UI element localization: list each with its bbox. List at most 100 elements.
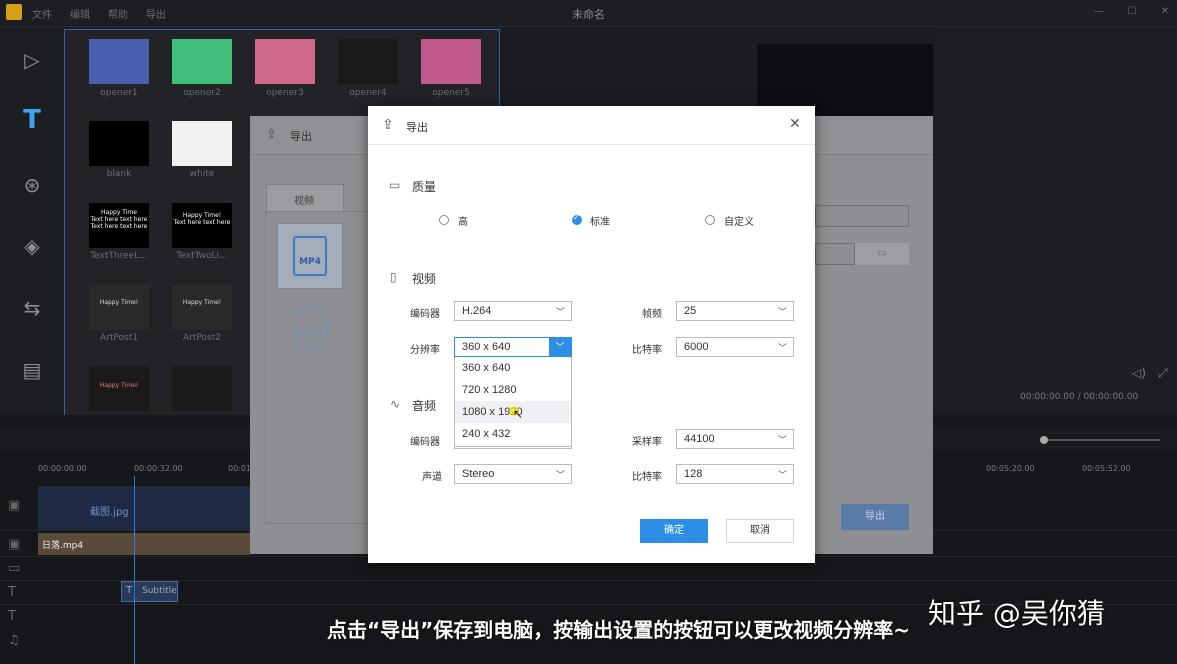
thumb-label: opener5 xyxy=(432,88,470,98)
bg-export-icon: ⇪ xyxy=(266,127,277,142)
bg-path-field[interactable] xyxy=(815,243,855,265)
close-window-icon[interactable]: ✕ xyxy=(1161,6,1169,17)
chevron-down-icon: ﹀ xyxy=(777,343,787,353)
resolution-option[interactable]: 240 x 432 xyxy=(455,423,571,445)
clip-video-label: 日落.mp4 xyxy=(42,541,84,551)
thumb-blank[interactable] xyxy=(89,121,149,166)
video-encoder-select[interactable]: H.264 ﹀ xyxy=(454,301,572,321)
window-title: 未命名 xyxy=(572,8,605,21)
overlay-icon[interactable]: ◈ xyxy=(14,231,50,261)
channel-label: 声道 xyxy=(422,472,442,483)
thumb-artpost1[interactable]: Happy Time! xyxy=(89,285,149,330)
track-text-icon: T xyxy=(8,585,16,600)
thumb-opener1[interactable] xyxy=(89,39,149,84)
samplerate-select[interactable]: 44100 ﹀ xyxy=(676,429,794,449)
channel-select[interactable]: Stereo ﹀ xyxy=(454,464,572,484)
resolution-option[interactable]: 360 x 640 xyxy=(455,357,571,379)
quality-high-label: 高 xyxy=(458,217,468,228)
monitor-icon: ▭ xyxy=(389,178,401,192)
thumb-textthree[interactable]: Happy Time Text here text here Text here… xyxy=(89,203,149,248)
thumb-text: Happy Time! xyxy=(182,299,222,306)
ok-button[interactable]: 确定 xyxy=(640,519,708,543)
zoom-slider[interactable] xyxy=(1040,439,1160,441)
bg-dialog-title: 导出 xyxy=(290,130,312,143)
film-icon[interactable]: ▤ xyxy=(14,355,50,385)
ruler-tick: 00:00:00.00 xyxy=(38,464,87,473)
window-controls: — ☐ ✕ xyxy=(1094,6,1169,17)
chevron-down-icon: ﹀ xyxy=(777,435,787,445)
thumb-text: Happy Time! Text here text here xyxy=(173,212,231,226)
filter-icon[interactable]: ⊛ xyxy=(14,170,50,200)
preview-timecode: 00:00:00.00 / 00:00:00.00 xyxy=(1020,392,1139,402)
thumb-artpost2[interactable]: Happy Time! xyxy=(172,285,232,330)
thumb-white[interactable] xyxy=(172,121,232,166)
maximize-icon[interactable]: ☐ xyxy=(1128,6,1137,17)
quality-high-radio[interactable] xyxy=(439,215,449,225)
resolution-value: 360 x 640 xyxy=(462,341,511,353)
bg-tab-label: 视频 xyxy=(294,196,314,207)
thumb-opener3[interactable] xyxy=(255,39,315,84)
ruler-tick: 00:00:32.00 xyxy=(134,464,183,473)
left-toolbar: ▷ T ⊛ ◈ ⇆ ▤ xyxy=(0,27,64,415)
mkv-file-icon[interactable]: MKV xyxy=(294,309,328,349)
mp4-file-icon: MP4 xyxy=(293,236,327,276)
thumb-text: Happy Time! xyxy=(99,382,139,389)
preview-panel xyxy=(933,27,1177,415)
audio-bitrate-value: 128 xyxy=(684,468,703,480)
fullscreen-icon[interactable]: ⤢ xyxy=(1158,366,1168,381)
minimize-icon[interactable]: — xyxy=(1094,6,1104,17)
zoom-slider-handle[interactable] xyxy=(1040,436,1048,444)
bg-filename-field[interactable] xyxy=(815,205,909,227)
thumb-texttwo[interactable]: Happy Time! Text here text here xyxy=(172,203,232,248)
export-dialog: ⇪ 导出 ✕ ▭ 质量 高 标准 自定义 ▯ 视频 编码器 H.264﹀ 帧频 … xyxy=(368,106,815,563)
resolution-option[interactable]: 720 x 1280 xyxy=(455,379,571,401)
resolution-select[interactable]: 360 x 640 ﹀ xyxy=(454,337,572,357)
folder-icon[interactable]: ▭ xyxy=(855,243,909,265)
thumb-label: opener2 xyxy=(183,88,221,98)
mouse-cursor-icon: ↖ xyxy=(513,407,524,421)
resolution-dropdown: 360 x 640 720 x 1280 1080 x 1920 240 x 4… xyxy=(454,357,572,447)
close-icon[interactable]: ✕ xyxy=(789,116,801,132)
audio-bitrate-select[interactable]: 128 ﹀ xyxy=(676,464,794,484)
thumb-opener2[interactable] xyxy=(172,39,232,84)
quality-standard-radio[interactable] xyxy=(572,213,582,225)
samplerate-value: 44100 xyxy=(684,433,715,445)
audio-bitrate-label: 比特率 xyxy=(632,472,662,483)
text-track-icon: T xyxy=(126,585,133,596)
ruler-tick: 00:01 xyxy=(228,464,252,473)
fps-value: 25 xyxy=(684,305,697,317)
thumb-text: Happy Time! xyxy=(99,299,139,306)
video-encoder-value: H.264 xyxy=(462,305,492,317)
channel-value: Stereo xyxy=(462,468,495,480)
thumb-label: opener4 xyxy=(349,88,387,98)
chevron-down-icon[interactable]: ﹀ xyxy=(549,338,571,356)
clip-subtitle-label: Subtitle xyxy=(142,586,177,596)
thumb-artpost4[interactable] xyxy=(172,366,232,411)
video-caption: 点击“导出”保存到电脑，按输出设置的按钮可以更改视频分辨率~ xyxy=(326,618,911,642)
ruler-tick: 00:05:52.00 xyxy=(1082,464,1131,473)
quality-custom-radio[interactable] xyxy=(705,215,715,225)
thumb-label: white xyxy=(189,169,215,179)
quality-standard-label: 标准 xyxy=(590,217,610,228)
clip-image[interactable] xyxy=(38,486,250,530)
samplerate-label: 采样率 xyxy=(632,437,662,448)
fps-label: 帧频 xyxy=(642,309,662,320)
track-image-icon: ▣ xyxy=(8,498,21,513)
video-bitrate-value: 6000 xyxy=(684,341,709,353)
thumb-opener5[interactable] xyxy=(421,39,481,84)
chevron-down-icon: ﹀ xyxy=(777,470,787,480)
bg-export-button[interactable]: 导出 xyxy=(841,504,909,530)
thumb-artpost3[interactable]: Happy Time! xyxy=(89,366,149,411)
media-icon[interactable]: ▷ xyxy=(14,45,50,75)
thumb-opener4[interactable] xyxy=(338,39,398,84)
volume-icon[interactable]: ◁) xyxy=(1132,366,1146,380)
quality-custom-label: 自定义 xyxy=(724,217,754,228)
thumb-label: opener3 xyxy=(266,88,304,98)
fps-select[interactable]: 25 ﹀ xyxy=(676,301,794,321)
transition-icon[interactable]: ⇆ xyxy=(14,293,50,323)
chevron-down-icon: ﹀ xyxy=(777,307,787,317)
video-bitrate-label: 比特率 xyxy=(632,345,662,356)
video-bitrate-select[interactable]: 6000 ﹀ xyxy=(676,337,794,357)
cancel-button[interactable]: 取消 xyxy=(726,519,794,543)
text-icon[interactable]: T xyxy=(14,105,50,135)
